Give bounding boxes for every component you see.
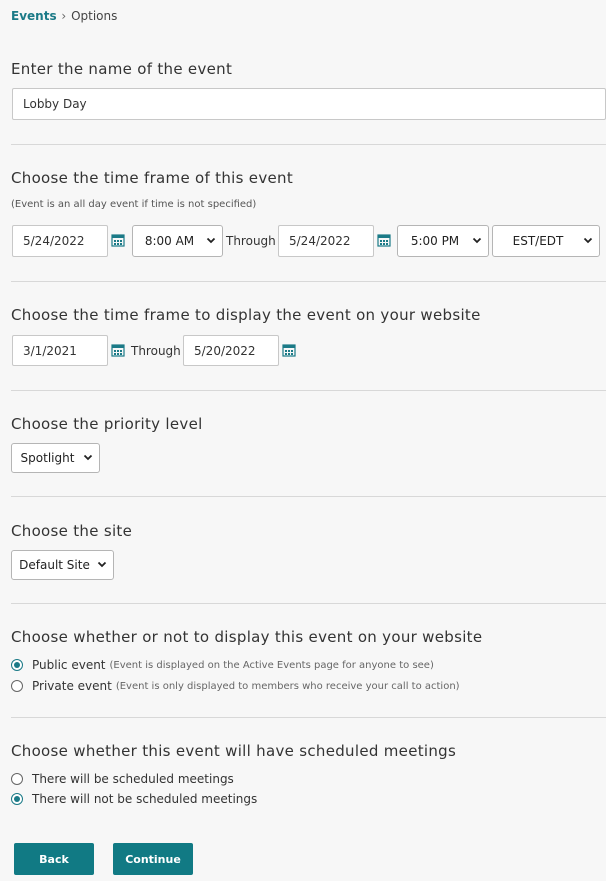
timezone-select[interactable]: EST/EDT (492, 225, 600, 257)
event-name-input[interactable]: Lobby Day (12, 88, 606, 120)
divider (11, 496, 606, 497)
divider (11, 603, 606, 604)
chevron-down-icon (97, 561, 107, 568)
continue-button[interactable]: Continue (113, 843, 193, 875)
event-end-time-value: 5:00 PM (410, 234, 460, 248)
breadcrumb: Events › Options (11, 9, 117, 23)
visibility-heading: Choose whether or not to display this ev… (11, 628, 483, 646)
divider (11, 144, 606, 145)
event-end-time-select[interactable]: 5:00 PM (397, 225, 489, 257)
timeframe-heading: Choose the time frame of this event (11, 169, 294, 187)
private-event-option[interactable]: Private event (Event is only displayed t… (11, 679, 460, 693)
no-scheduled-meetings-label: There will not be scheduled meetings (32, 792, 258, 806)
calendar-icon[interactable] (111, 233, 125, 247)
chevron-down-icon (83, 454, 93, 461)
private-event-radio[interactable] (11, 680, 23, 692)
through-label: Through (131, 344, 181, 358)
event-start-time-value: 8:00 AM (144, 234, 195, 248)
breadcrumb-separator: › (61, 9, 67, 23)
site-value: Default Site (19, 558, 90, 572)
divider (11, 281, 606, 282)
divider (11, 390, 606, 391)
event-start-time-select[interactable]: 8:00 AM (132, 225, 223, 257)
public-event-option[interactable]: Public event (Event is displayed on the … (11, 658, 434, 672)
event-start-date-input[interactable]: 5/24/2022 (12, 225, 108, 257)
scheduled-meetings-option[interactable]: There will be scheduled meetings (11, 772, 234, 786)
chevron-down-icon (472, 237, 482, 244)
back-button[interactable]: Back (14, 843, 94, 875)
public-event-radio[interactable] (11, 659, 23, 671)
scheduled-meetings-radio[interactable] (11, 773, 23, 785)
calendar-icon[interactable] (282, 343, 296, 357)
site-heading: Choose the site (11, 522, 133, 540)
calendar-icon[interactable] (377, 233, 391, 247)
chevron-down-icon (583, 237, 593, 244)
priority-select[interactable]: Spotlight (11, 443, 100, 473)
divider (11, 717, 606, 718)
public-event-hint: (Event is displayed on the Active Events… (109, 659, 434, 671)
public-event-label: Public event (32, 658, 106, 672)
private-event-hint: (Event is only displayed to members who … (115, 680, 460, 692)
display-end-date-input[interactable]: 5/20/2022 (183, 335, 279, 366)
timezone-value: EST/EDT (512, 234, 564, 248)
no-scheduled-meetings-radio[interactable] (11, 793, 23, 805)
no-scheduled-meetings-option[interactable]: There will not be scheduled meetings (11, 792, 257, 806)
chevron-down-icon (206, 237, 216, 244)
event-end-date-input[interactable]: 5/24/2022 (278, 225, 374, 257)
event-name-heading: Enter the name of the event (11, 60, 233, 78)
timeframe-note: (Event is an all day event if time is no… (11, 199, 257, 210)
priority-heading: Choose the priority level (11, 415, 203, 433)
display-start-date-input[interactable]: 3/1/2021 (12, 335, 108, 366)
breadcrumb-events-link[interactable]: Events (11, 9, 57, 23)
breadcrumb-current: Options (71, 9, 118, 23)
display-timeframe-heading: Choose the time frame to display the eve… (11, 306, 481, 324)
calendar-icon[interactable] (111, 343, 125, 357)
through-label: Through (226, 234, 276, 248)
private-event-label: Private event (32, 679, 112, 693)
site-select[interactable]: Default Site (11, 550, 114, 580)
priority-value: Spotlight (20, 451, 75, 465)
scheduled-meetings-label: There will be scheduled meetings (32, 772, 234, 786)
meetings-heading: Choose whether this event will have sche… (11, 742, 457, 760)
